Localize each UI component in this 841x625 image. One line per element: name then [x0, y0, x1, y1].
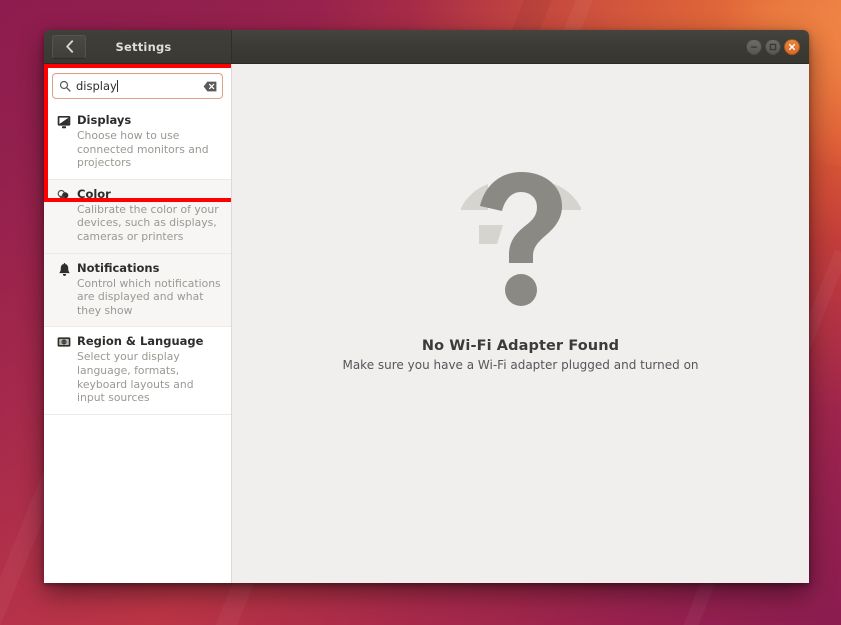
result-icon-wrap [54, 113, 74, 170]
search-input[interactable]: display [52, 73, 223, 99]
main-content-panel: No Wi-Fi Adapter Found Make sure you hav… [232, 64, 809, 583]
settings-sidebar: display Displays Choose how to use conne… [44, 64, 232, 583]
maximize-button[interactable] [765, 38, 781, 55]
search-result-notifications[interactable]: Notifications Control which notification… [44, 253, 231, 328]
chevron-left-icon [65, 40, 73, 53]
result-title: Notifications [77, 260, 160, 275]
search-container: display [44, 64, 231, 106]
result-text: Displays Choose how to use connected mon… [74, 113, 221, 170]
display-monitor-icon [57, 116, 71, 129]
result-icon-wrap [54, 187, 74, 244]
window-titlebar: Settings [44, 30, 809, 64]
region-language-icon [57, 337, 71, 347]
bell-icon [58, 262, 70, 276]
titlebar-left-section: Settings [44, 30, 232, 63]
result-description: Choose how to use connected monitors and… [77, 129, 209, 170]
result-description: Calibrate the color of your devices, suc… [77, 202, 219, 243]
text-caret [116, 80, 118, 92]
search-result-displays[interactable]: Displays Choose how to use connected mon… [44, 106, 231, 180]
close-button[interactable] [784, 38, 800, 55]
desktop-wallpaper: Settings display Displays Choose how to … [0, 0, 841, 625]
settings-window: Settings display Displays Choose how to … [44, 30, 809, 583]
maximize-icon [769, 43, 777, 50]
result-icon-wrap [54, 261, 74, 318]
window-body: display Displays Choose how to use conne… [44, 64, 809, 583]
back-button[interactable] [52, 34, 86, 59]
search-value-text: display [76, 74, 203, 98]
empty-state-subtitle: Make sure you have a Wi-Fi adapter plugg… [342, 357, 699, 372]
clear-entry-icon[interactable] [203, 81, 217, 92]
result-title: Displays [77, 113, 132, 127]
result-text: Color Calibrate the color of your device… [74, 187, 221, 244]
close-icon [788, 43, 796, 50]
search-icon [59, 80, 71, 92]
result-text: Region & Language Select your display la… [74, 334, 221, 404]
search-result-region-language[interactable]: Region & Language Select your display la… [44, 327, 231, 415]
result-description: Control which notifications are displaye… [77, 276, 221, 317]
search-text: display [76, 79, 117, 93]
empty-state-title: No Wi-Fi Adapter Found [421, 337, 620, 354]
window-controls [746, 38, 800, 55]
minimize-button[interactable] [746, 38, 762, 55]
search-result-color[interactable]: Color Calibrate the color of your device… [44, 179, 231, 254]
result-description: Select your display language, formats, k… [77, 350, 194, 405]
result-title: Color [77, 186, 111, 201]
result-icon-wrap [54, 334, 74, 404]
result-title: Region & Language [77, 334, 204, 349]
window-title: Settings [115, 39, 172, 54]
minimize-icon [751, 45, 757, 48]
no-wifi-question-icon [460, 171, 581, 306]
color-palette-icon [57, 189, 69, 201]
result-text: Notifications Control which notification… [74, 261, 221, 318]
